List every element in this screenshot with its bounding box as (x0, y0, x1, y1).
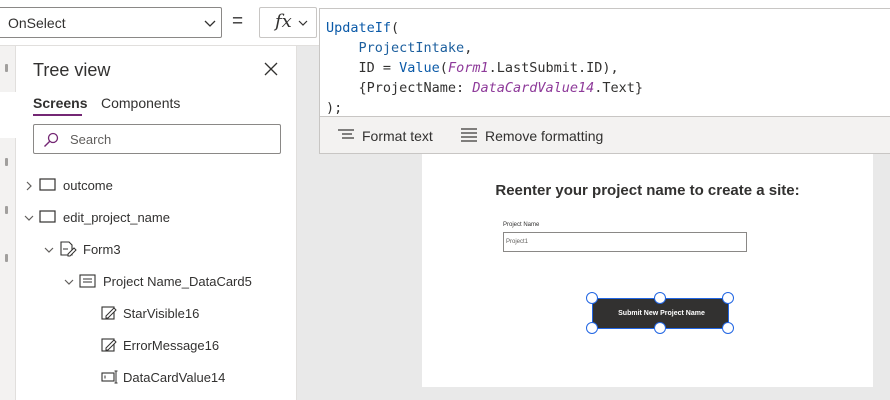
tab-screens[interactable]: Screens (33, 95, 87, 111)
tree-node-starvisible16[interactable]: StarVisible16 (101, 302, 281, 326)
tree-node-label: StarVisible16 (123, 306, 200, 321)
tree-view-title: Tree view (33, 60, 111, 80)
formula-code: UpdateIf( ProjectIntake, ID = Value(Form… (326, 20, 644, 116)
code-token: , (610, 60, 619, 76)
close-icon[interactable] (263, 61, 279, 77)
code-control-ref: DataCardValue14 (472, 80, 595, 96)
resize-handle-bottom-right[interactable] (722, 322, 734, 334)
code-token: , (464, 40, 473, 56)
textinput-icon (101, 370, 118, 384)
code-token: ); (326, 100, 343, 116)
tree-node-label: Project Name_DataCard5 (103, 274, 252, 289)
tree-node-label: ErrorMessage16 (123, 338, 220, 353)
datacard-icon (79, 274, 96, 288)
chevron-down-icon[interactable] (43, 244, 55, 256)
tree-node-edit-project-name[interactable]: edit_project_name (23, 206, 283, 230)
project-name-input-value: Project1 (506, 239, 529, 245)
tree-search-box[interactable] (33, 124, 281, 154)
remove-formatting-label: Remove formatting (485, 128, 604, 144)
code-function-updateif: UpdateIf (326, 20, 392, 36)
resize-handle-bottom-left[interactable] (586, 322, 598, 334)
function-button[interactable]: fx (259, 7, 317, 38)
screen-heading: Reenter your project name to create a si… (495, 182, 800, 199)
search-icon (44, 132, 59, 147)
tree-node-label: Form3 (83, 242, 121, 257)
format-toolbar: Format text Remove formatting (319, 117, 890, 154)
tree-node-project-name-datacard5[interactable]: Project Name_DataCard5 (63, 270, 283, 294)
resize-handle-top-left[interactable] (586, 292, 598, 304)
rail-icon[interactable] (5, 254, 8, 262)
remove-formatting-icon (461, 128, 477, 142)
project-name-input[interactable]: Project1 (503, 232, 747, 252)
screen-icon (39, 178, 56, 191)
left-rail (0, 46, 16, 400)
label-edit-icon (101, 306, 117, 320)
code-token: ( (391, 20, 400, 36)
project-name-label: Project Name (503, 222, 540, 228)
resize-handle-top[interactable] (654, 292, 666, 304)
chevron-down-icon[interactable] (63, 276, 75, 288)
format-text-label: Format text (362, 128, 433, 144)
active-tab-indicator (33, 114, 82, 116)
code-function-value: Value (399, 60, 440, 76)
rail-icon[interactable] (5, 64, 8, 72)
chevron-right-icon[interactable] (23, 180, 35, 192)
equals-sign: = (232, 11, 244, 32)
rail-icon[interactable] (5, 158, 8, 166)
chevron-down-icon[interactable] (23, 212, 35, 224)
code-token: .LastSubmit.ID) (488, 60, 611, 76)
code-token: .Text} (594, 80, 644, 96)
resize-handle-bottom[interactable] (654, 322, 666, 334)
tree-node-form3[interactable]: Form3 (43, 238, 283, 262)
code-token: {ProjectName: (358, 80, 473, 96)
tab-components[interactable]: Components (101, 95, 180, 111)
chevron-down-icon (204, 20, 216, 27)
format-text-icon (338, 129, 354, 139)
tree-node-label: DataCardValue14 (123, 370, 226, 385)
code-token: ID = (358, 60, 400, 76)
tree-node-datacardvalue14[interactable]: DataCardValue14 (101, 366, 281, 390)
code-table-ref: ProjectIntake (358, 40, 465, 56)
form-icon (60, 241, 77, 257)
resize-handle-top-right[interactable] (722, 292, 734, 304)
tree-node-label: outcome (63, 178, 113, 193)
tree-node-outcome[interactable]: outcome (23, 174, 283, 198)
property-dropdown-value: OnSelect (8, 15, 66, 31)
app-screen-preview[interactable]: Reenter your project name to create a si… (422, 154, 873, 387)
search-input[interactable] (70, 130, 270, 148)
submit-button-label: Submit New Project Name (618, 310, 705, 317)
code-control-ref: Form1 (447, 60, 489, 76)
property-dropdown[interactable]: OnSelect (0, 7, 222, 38)
rail-icon[interactable] (5, 206, 8, 214)
tree-node-label: edit_project_name (63, 210, 170, 225)
rail-selected-item[interactable] (0, 92, 16, 138)
screen-icon (39, 210, 56, 223)
chevron-down-icon (298, 20, 308, 26)
formula-editor[interactable]: UpdateIf( ProjectIntake, ID = Value(Form… (319, 8, 890, 117)
label-edit-icon (101, 338, 117, 352)
tree-view-panel: Tree view Screens Components outcome edi… (16, 46, 297, 400)
fx-icon: fx (275, 11, 292, 32)
tree-node-errormessage16[interactable]: ErrorMessage16 (101, 334, 281, 358)
